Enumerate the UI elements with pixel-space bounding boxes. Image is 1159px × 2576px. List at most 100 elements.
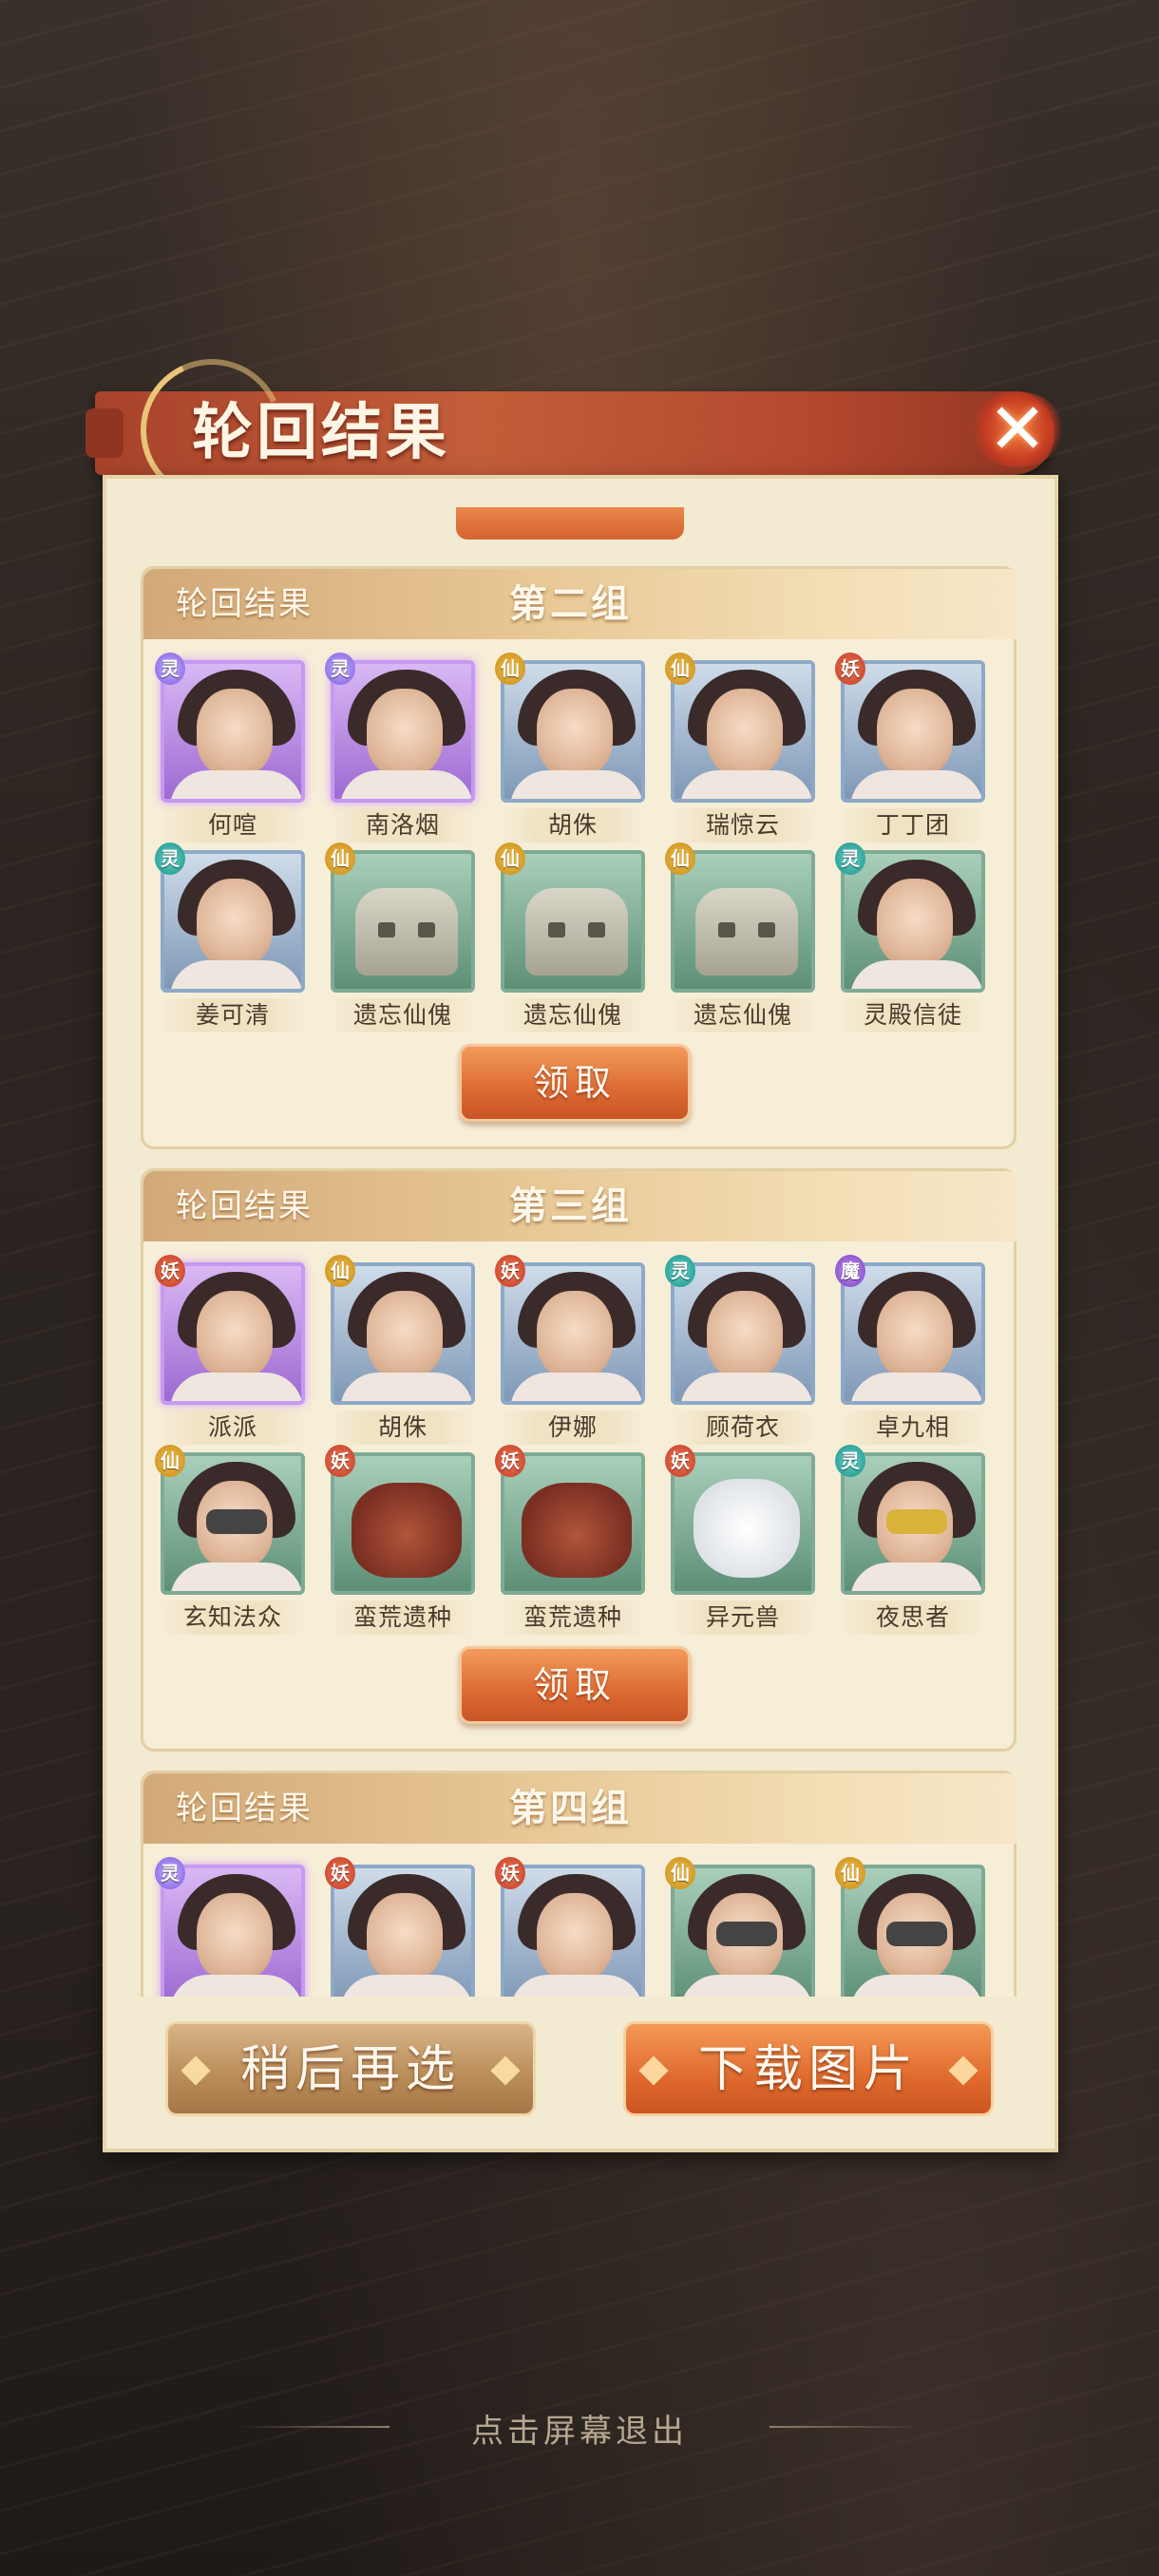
character-card[interactable]: 妖丁丁团 — [835, 653, 985, 843]
character-name: 灵殿信徒 — [841, 998, 985, 1032]
robe-art — [510, 1373, 641, 1401]
result-group: 轮回结果 第二组灵何喧灵南洛烟仙胡侏仙瑞惊云妖丁丁团灵姜可清仙遗忘仙傀仙遗忘仙傀仙… — [141, 566, 1016, 1149]
character-portrait — [501, 660, 645, 803]
mask-art — [716, 1922, 777, 1946]
character-portrait — [161, 1262, 305, 1405]
group-header-label: 轮回结果 — [176, 1790, 313, 1828]
robe-art — [170, 1563, 301, 1591]
character-name: 顾荷衣 — [671, 1411, 815, 1445]
faction-badge-icon: 灵 — [665, 1255, 695, 1287]
character-card[interactable]: 妖蛮荒遗种 — [495, 1445, 645, 1635]
robe-art — [680, 1975, 811, 1997]
download-image-label: 下载图片 — [697, 2041, 919, 2098]
previous-claim-button[interactable] — [456, 507, 684, 540]
character-portrait — [331, 1452, 475, 1595]
face-art — [877, 1291, 953, 1378]
character-card[interactable]: 仙遗忘仙傀 — [495, 843, 645, 1032]
claim-button[interactable]: 领取 — [459, 1044, 691, 1122]
character-card[interactable]: 灵顾荷衣 — [665, 1255, 815, 1445]
mask-art — [886, 1922, 947, 1946]
character-card[interactable]: 灵姜可清 — [155, 843, 305, 1032]
faction-badge-icon: 仙 — [495, 843, 525, 875]
character-card[interactable]: 灵 — [155, 1857, 305, 1997]
character-name: 伊娜 — [501, 1411, 645, 1445]
faction-badge-icon: 灵 — [835, 843, 865, 875]
close-button[interactable]: ✕ — [960, 378, 1075, 481]
character-card[interactable]: 灵何喧 — [155, 653, 305, 843]
face-art — [877, 689, 953, 776]
character-card[interactable]: 灵夜思者 — [835, 1445, 985, 1635]
character-card[interactable]: 妖 — [495, 1857, 645, 1997]
faction-badge-icon: 仙 — [835, 1857, 865, 1889]
character-name: 遗忘仙傀 — [671, 998, 815, 1032]
character-card[interactable]: 仙遗忘仙傀 — [325, 843, 475, 1032]
character-card[interactable]: 妖 — [325, 1857, 475, 1997]
diamond-ornament-icon — [948, 2055, 978, 2086]
face-art — [707, 1291, 783, 1378]
character-card[interactable]: 仙瑞惊云 — [665, 653, 815, 843]
diamond-ornament-icon — [638, 2055, 669, 2086]
faction-badge-icon: 仙 — [665, 1857, 695, 1889]
beast-art — [522, 1483, 632, 1578]
character-card[interactable]: 仙玄知法众 — [155, 1445, 305, 1635]
character-portrait — [841, 660, 985, 803]
faction-badge-icon: 仙 — [155, 1445, 185, 1477]
character-name: 蛮荒遗种 — [501, 1601, 645, 1635]
character-name: 玄知法众 — [161, 1601, 305, 1635]
mask-art — [886, 1509, 947, 1534]
face-art — [197, 1893, 273, 1980]
mask-art — [206, 1509, 267, 1534]
character-card[interactable]: 仙遗忘仙傀 — [665, 843, 815, 1032]
faction-badge-icon: 妖 — [155, 1255, 185, 1287]
character-card[interactable]: 仙胡侏 — [495, 653, 645, 843]
face-art — [537, 1291, 613, 1378]
character-card[interactable]: 仙胡侏 — [325, 1255, 475, 1445]
group-name: 第四组 — [509, 1786, 632, 1830]
download-image-button[interactable]: 下载图片 — [623, 2021, 994, 2116]
choose-later-button[interactable]: 稍后再选 — [165, 2021, 536, 2116]
character-portrait — [671, 1452, 815, 1595]
results-scroll-area[interactable]: 轮回结果 第二组灵何喧灵南洛烟仙胡侏仙瑞惊云妖丁丁团灵姜可清仙遗忘仙傀仙遗忘仙傀仙… — [141, 507, 1016, 1997]
character-card[interactable]: 魔卓九相 — [835, 1255, 985, 1445]
wolf-art — [694, 1479, 800, 1578]
character-name: 遗忘仙傀 — [331, 998, 475, 1032]
character-card[interactable]: 妖伊娜 — [495, 1255, 645, 1445]
stone-puppet-art — [355, 888, 458, 975]
character-portrait — [501, 1452, 645, 1595]
character-name: 遗忘仙傀 — [501, 998, 645, 1032]
character-name: 蛮荒遗种 — [331, 1601, 475, 1635]
faction-badge-icon: 妖 — [495, 1445, 525, 1477]
character-portrait — [841, 850, 985, 993]
robe-art — [510, 1975, 641, 1997]
faction-badge-icon: 灵 — [325, 653, 355, 685]
character-card[interactable]: 妖派派 — [155, 1255, 305, 1445]
faction-badge-icon: 妖 — [325, 1857, 355, 1889]
face-art — [367, 689, 443, 776]
character-card[interactable]: 灵南洛烟 — [325, 653, 475, 843]
character-card[interactable]: 妖异元兽 — [665, 1445, 815, 1635]
face-art — [707, 689, 783, 776]
faction-badge-icon: 仙 — [325, 843, 355, 875]
character-portrait — [671, 850, 815, 993]
character-portrait — [501, 850, 645, 993]
robe-art — [680, 770, 811, 799]
faction-badge-icon: 妖 — [495, 1857, 525, 1889]
character-card[interactable]: 灵灵殿信徒 — [835, 843, 985, 1032]
robe-art — [850, 770, 981, 799]
character-card[interactable]: 妖蛮荒遗种 — [325, 1445, 475, 1635]
group-name: 第二组 — [509, 581, 632, 626]
character-name: 异元兽 — [671, 1601, 815, 1635]
character-card[interactable]: 仙 — [835, 1857, 985, 1997]
robe-art — [680, 1373, 811, 1401]
character-card[interactable]: 仙 — [665, 1857, 815, 1997]
group-header-label: 轮回结果 — [176, 585, 313, 623]
character-name: 南洛烟 — [331, 808, 475, 843]
face-art — [197, 879, 273, 966]
claim-button[interactable]: 领取 — [459, 1646, 691, 1724]
character-name: 夜思者 — [841, 1601, 985, 1635]
character-portrait — [501, 1865, 645, 1997]
robe-art — [340, 1373, 471, 1401]
faction-badge-icon: 仙 — [665, 843, 695, 875]
face-art — [367, 1291, 443, 1378]
character-name: 卓九相 — [841, 1411, 985, 1445]
